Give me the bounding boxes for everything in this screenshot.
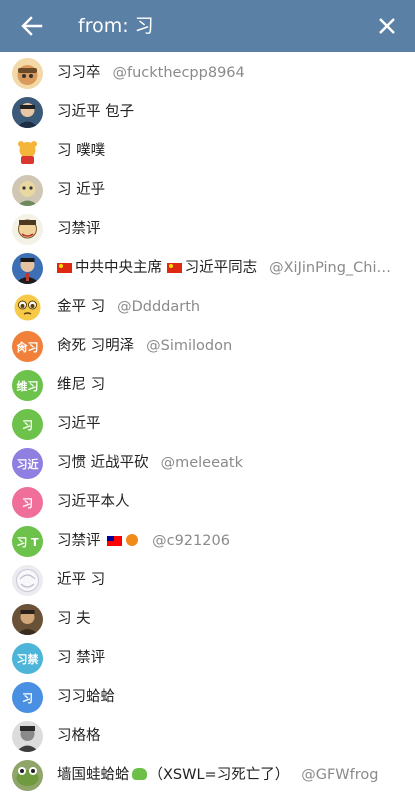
result-row[interactable]: 习 习近平本人 (0, 484, 415, 523)
username: @XiJinPing_Chi… (269, 260, 392, 276)
result-row[interactable]: 习禁 习 禁评 (0, 640, 415, 679)
result-text: 习格格 (57, 718, 101, 755)
result-text: 习 噗噗 (57, 133, 105, 170)
result-row[interactable]: 习格格 (0, 718, 415, 757)
result-text: 习禁评 (57, 211, 101, 248)
display-name-prefix: 墙国蛙蛤蛤 (57, 767, 130, 783)
display-name: 习近平 包子 (57, 104, 135, 120)
display-name: 习禁评 (57, 533, 101, 549)
orange-emoji-icon (126, 534, 139, 546)
emoji-face-icon (12, 292, 43, 323)
china-flag-icon (57, 263, 72, 273)
result-row[interactable]: 习 夫 (0, 601, 415, 640)
result-row[interactable]: 习 噗噗 (0, 133, 415, 172)
display-name: 习习卒 (57, 65, 101, 81)
avatar (12, 214, 43, 245)
display-name: 维尼 习 (57, 377, 106, 393)
avatar (12, 175, 43, 206)
result-row[interactable]: 习近 习惯 近战平砍 @meleeatk (0, 445, 415, 484)
result-text: 习禁评 @c921206 (57, 523, 230, 560)
taiwan-flag-icon (107, 536, 123, 546)
result-text: 习 近乎 (57, 172, 105, 209)
result-row[interactable]: 习 习近平 (0, 406, 415, 445)
avatar (12, 604, 43, 635)
arrow-left-icon (21, 16, 43, 36)
username: @Similodon (146, 338, 233, 354)
avatar (12, 253, 43, 284)
avatar: 肏习 (12, 331, 43, 362)
frog-emoji-icon (131, 768, 147, 780)
avatar: 习 (12, 487, 43, 518)
result-row[interactable]: 近平 习 (0, 562, 415, 601)
avatar: 习 T (12, 526, 43, 557)
display-name: 习习蛤蛤 (57, 689, 115, 705)
result-row[interactable]: 中共中央主席 习近平同志 @XiJinPing_Chi… (0, 250, 415, 289)
result-text: 维尼 习 (57, 367, 105, 404)
result-text: 习近平本人 (57, 484, 130, 521)
display-name: 习惯 近战平砍 (57, 455, 149, 471)
result-row[interactable]: 习禁评 (0, 211, 415, 250)
result-text: 习近平 包子 (57, 94, 134, 131)
avatar: 习禁 (12, 643, 43, 674)
display-name: 肏死 习明泽 (57, 338, 135, 354)
result-text: 习 夫 (57, 601, 91, 638)
result-row[interactable]: 维习 维尼 习 (0, 367, 415, 406)
result-row[interactable]: 习 T 习禁评 @c921206 (0, 523, 415, 562)
result-text: 习习卒 @fuckthecpp8964 (57, 55, 245, 92)
close-icon (379, 18, 395, 34)
result-row[interactable]: 墙国蛙蛤蛤 （XSWL=习死亡了） @GFWfrog (0, 757, 415, 796)
username: @meleeatk (160, 455, 243, 471)
result-text: 习 禁评 (57, 640, 105, 677)
display-name-suffix: 习近平同志 (184, 260, 258, 276)
avatar (12, 97, 43, 128)
avatar (12, 136, 43, 167)
result-row[interactable]: 肏习 肏死 习明泽 @Similodon (0, 328, 415, 367)
display-name: 习 噗噗 (57, 143, 106, 159)
search-input[interactable]: from: 习 (78, 0, 154, 52)
avatar (12, 760, 43, 791)
result-text: 近平 习 (57, 562, 105, 599)
result-text: 墙国蛙蛤蛤 （XSWL=习死亡了） @GFWfrog (57, 757, 378, 794)
display-name: 习格格 (57, 728, 101, 744)
avatar: 习近 (12, 448, 43, 479)
china-flag-icon (166, 263, 182, 273)
result-row[interactable]: 习 习习蛤蛤 (0, 679, 415, 718)
result-text: 金平 习 @Ddddarth (57, 289, 200, 326)
result-row[interactable]: 金平 习 @Ddddarth (0, 289, 415, 328)
display-name: 习 近乎 (57, 182, 106, 198)
display-name: 习 夫 (57, 611, 91, 627)
result-row[interactable]: 习习卒 @fuckthecpp8964 (0, 55, 415, 94)
avatar (12, 58, 43, 89)
result-text: 习习蛤蛤 (57, 679, 115, 716)
display-name: 习近平本人 (57, 494, 130, 510)
search-results-list: 习习卒 @fuckthecpp8964 习近平 包子 习 噗噗 习 近乎 习禁评 … (0, 52, 415, 800)
display-name-prefix: 中共中央主席 (75, 260, 167, 276)
display-name: 习 禁评 (57, 650, 106, 666)
avatar (12, 292, 43, 323)
avatar: 习 (12, 409, 43, 440)
display-name: 金平 习 (57, 299, 106, 315)
username: @Ddddarth (117, 299, 201, 315)
display-name: 习近平 (57, 416, 101, 432)
display-name: 习禁评 (57, 221, 101, 237)
search-header: from: 习 (0, 0, 415, 52)
display-name: 近平 习 (57, 572, 106, 588)
username: @GFWfrog (301, 767, 379, 783)
avatar (12, 565, 43, 596)
result-text: 习近平 (57, 406, 101, 443)
username: @fuckthecpp8964 (112, 65, 245, 81)
clear-search-button[interactable] (373, 12, 401, 40)
display-name-suffix: （XSWL=习死亡了） (148, 767, 290, 783)
winnie-the-pooh-icon (12, 136, 43, 167)
result-row[interactable]: 习 近乎 (0, 172, 415, 211)
result-text: 肏死 习明泽 @Similodon (57, 328, 232, 365)
avatar: 习 (12, 682, 43, 713)
username: @c921206 (152, 533, 230, 549)
result-row[interactable]: 习近平 包子 (0, 94, 415, 133)
back-button[interactable] (18, 12, 46, 40)
result-text: 习惯 近战平砍 @meleeatk (57, 445, 243, 482)
avatar: 维习 (12, 370, 43, 401)
result-text: 中共中央主席 习近平同志 @XiJinPing_Chi… (57, 250, 391, 287)
avatar (12, 721, 43, 752)
